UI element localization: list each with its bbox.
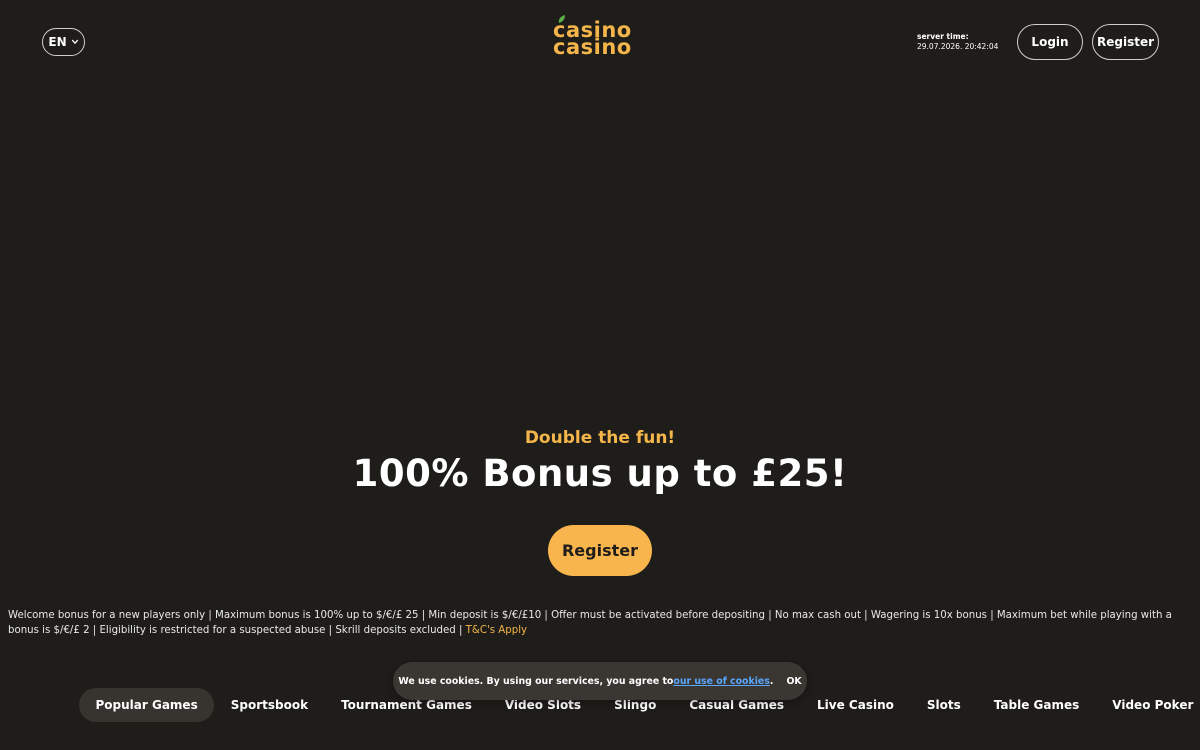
logo[interactable]: casino casino	[553, 14, 649, 58]
cookie-ok-button[interactable]: OK	[786, 676, 801, 687]
cookie-policy-link[interactable]: our use of cookies	[673, 676, 770, 687]
language-selector[interactable]: EN	[42, 28, 85, 56]
cookie-suffix: .	[769, 675, 774, 687]
hero-title: 100% Bonus up to £25!	[352, 452, 848, 495]
hero-register-button[interactable]: Register	[548, 525, 652, 576]
cookie-text: We use cookies. By using our services, y…	[398, 675, 674, 687]
logo-text-line2: casino	[553, 35, 632, 59]
bonus-terms: Welcome bonus for a new players only | M…	[8, 608, 1194, 638]
category-live-casino[interactable]: Live Casino	[801, 688, 911, 722]
server-time: server time: 29.07.2026. 20:42:04	[917, 32, 998, 52]
cookie-banner: We use cookies. By using our services, y…	[393, 662, 807, 700]
bonus-terms-text: Welcome bonus for a new players only | M…	[8, 610, 1172, 636]
login-button[interactable]: Login	[1017, 24, 1083, 60]
server-time-value: 29.07.2026. 20:42:04	[917, 42, 999, 51]
category-sportsbook[interactable]: Sportsbook	[214, 688, 324, 722]
header-register-button[interactable]: Register	[1092, 24, 1159, 60]
language-code: EN	[48, 35, 67, 49]
terms-link[interactable]: T&C's Apply	[466, 625, 527, 636]
category-table-games[interactable]: Table Games	[977, 688, 1096, 722]
hero-kicker: Double the fun!	[524, 428, 676, 448]
server-time-label: server time:	[917, 32, 969, 41]
category-popular-games[interactable]: Popular Games	[79, 688, 215, 722]
page: EN casino casino server time: 29.07.2026…	[0, 0, 1200, 750]
category-video-poker[interactable]: Video Poker	[1096, 688, 1200, 722]
category-slots[interactable]: Slots	[910, 688, 977, 722]
chevron-down-icon	[71, 39, 78, 44]
